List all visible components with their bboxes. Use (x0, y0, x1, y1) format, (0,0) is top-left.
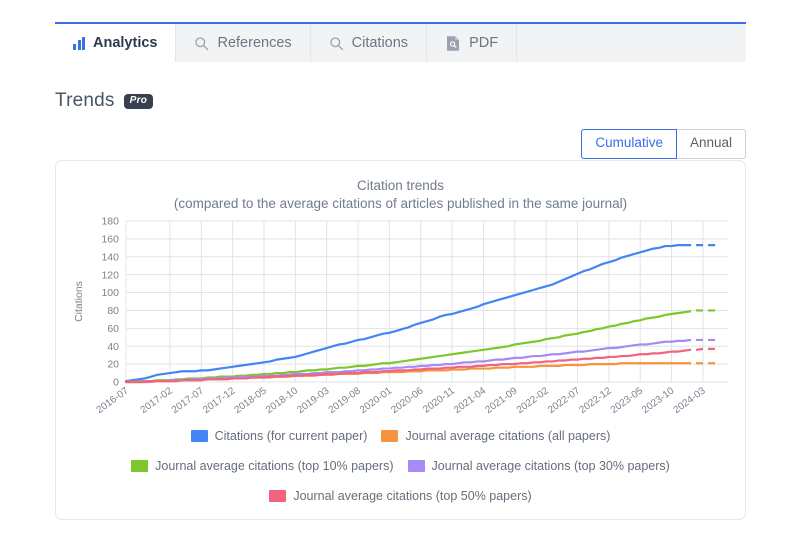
tab-citations-label: Citations (351, 35, 409, 51)
svg-text:2020-06: 2020-06 (389, 385, 426, 416)
pro-badge: Pro (123, 93, 154, 109)
trends-mode-toggle: Cumulative Annual (581, 129, 746, 159)
citation-trends-chart-card: Citation trends (compared to the average… (55, 160, 746, 520)
legend-label: Journal average citations (top 10% paper… (155, 459, 394, 473)
citation-trends-plot: 0 20 40 60 80 100 120 140 160 180 Citations 2016-07… (73, 216, 728, 416)
legend-swatch (131, 460, 149, 472)
tab-references-label: References (217, 35, 292, 51)
svg-text:2021-09: 2021-09 (483, 385, 520, 416)
legend-label: Citations (for current paper) (214, 429, 368, 443)
legend-item[interactable]: Citations (for current paper) (190, 429, 368, 443)
svg-text:2022-02: 2022-02 (515, 385, 552, 416)
svg-text:2023-10: 2023-10 (640, 385, 677, 416)
tab-bar: Analytics References Citations PDF (55, 22, 746, 62)
svg-text:2023-05: 2023-05 (609, 385, 646, 416)
svg-text:120: 120 (101, 269, 119, 281)
pdf-document-icon (445, 35, 461, 52)
search-icon (329, 36, 344, 51)
svg-text:80: 80 (107, 305, 119, 317)
trends-header: Trends Pro (55, 90, 154, 112)
svg-text:2022-12: 2022-12 (577, 385, 614, 416)
svg-text:40: 40 (107, 341, 119, 353)
legend-swatch (190, 430, 208, 442)
legend-label: Journal average citations (top 30% paper… (431, 459, 670, 473)
legend-swatch (381, 430, 399, 442)
svg-text:2019-03: 2019-03 (295, 385, 332, 416)
tab-citations[interactable]: Citations (311, 24, 428, 62)
legend-item[interactable]: Journal average citations (all papers) (381, 429, 610, 443)
toggle-cumulative-button[interactable]: Cumulative (581, 129, 677, 159)
svg-text:2020-01: 2020-01 (358, 385, 395, 416)
legend-label: Journal average citations (top 50% paper… (293, 489, 532, 503)
svg-text:2017-07: 2017-07 (170, 385, 207, 416)
svg-text:2020-11: 2020-11 (421, 385, 457, 415)
legend-item[interactable]: Journal average citations (top 50% paper… (269, 489, 532, 503)
chart-legend: Citations (for current paper) Journal ave… (74, 429, 727, 503)
svg-text:140: 140 (101, 251, 119, 263)
svg-text:2022-07: 2022-07 (546, 385, 583, 416)
svg-text:2018-05: 2018-05 (233, 385, 270, 416)
tab-references[interactable]: References (176, 24, 311, 62)
svg-text:0: 0 (113, 377, 119, 389)
legend-item[interactable]: Journal average citations (top 30% paper… (407, 459, 670, 473)
tab-pdf[interactable]: PDF (427, 24, 518, 62)
legend-swatch (269, 490, 287, 502)
svg-text:2019-08: 2019-08 (327, 385, 364, 416)
svg-text:2017-12: 2017-12 (201, 385, 238, 416)
page-title: Trends (55, 90, 115, 111)
svg-text:Citations: Citations (73, 281, 85, 322)
bar-chart-icon (73, 36, 85, 50)
tab-pdf-label: PDF (469, 35, 499, 51)
svg-text:60: 60 (107, 323, 119, 335)
legend-swatch (407, 460, 425, 472)
svg-text:180: 180 (101, 216, 119, 228)
toggle-annual-button[interactable]: Annual (676, 129, 746, 159)
analytics-trends-page: Analytics References Citations PDF Trend… (0, 0, 801, 554)
svg-text:2017-02: 2017-02 (139, 385, 176, 416)
svg-text:2018-10: 2018-10 (264, 385, 301, 416)
tab-analytics-label: Analytics (93, 35, 158, 51)
search-icon (194, 36, 209, 51)
svg-text:2021-04: 2021-04 (452, 385, 489, 416)
svg-text:2024-03: 2024-03 (672, 385, 709, 416)
tab-analytics[interactable]: Analytics (55, 24, 177, 62)
svg-text:20: 20 (107, 359, 119, 371)
svg-text:160: 160 (101, 233, 119, 245)
svg-text:2016-07: 2016-07 (95, 385, 132, 416)
svg-text:100: 100 (101, 287, 119, 299)
legend-label: Journal average citations (all papers) (405, 429, 611, 443)
legend-item[interactable]: Journal average citations (top 10% paper… (131, 459, 394, 473)
